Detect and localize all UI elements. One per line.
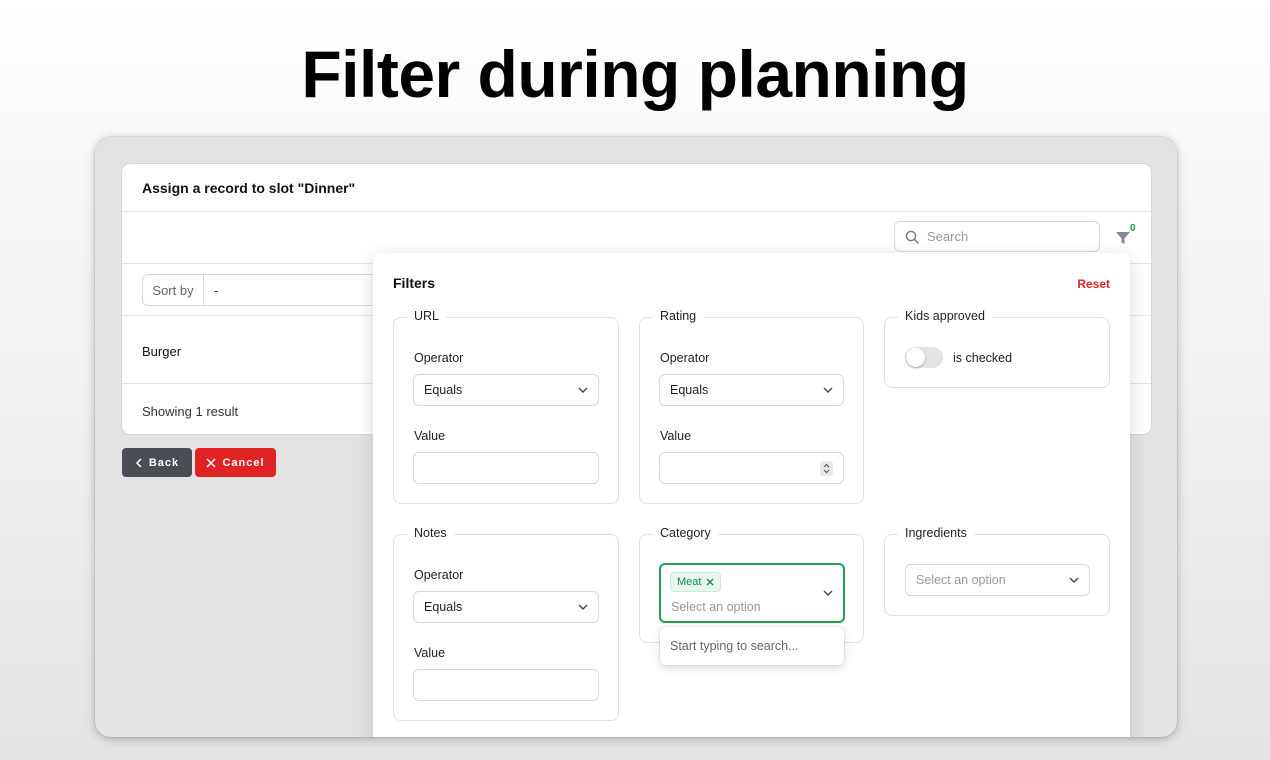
rating-operator-value: Equals <box>670 383 709 397</box>
sort-value: - <box>214 282 219 298</box>
notes-operator-select[interactable]: Equals <box>413 591 599 623</box>
number-stepper[interactable] <box>820 461 833 476</box>
category-dropdown-hint: Start typing to search... <box>660 627 844 665</box>
rating-legend: Rating <box>653 309 704 323</box>
category-placeholder: Select an option <box>671 600 761 614</box>
ingredients-legend: Ingredients <box>898 526 974 540</box>
notes-value-label: Value <box>414 646 446 660</box>
kids-approved-toggle[interactable] <box>905 347 943 368</box>
tag-label: Meat <box>677 576 702 588</box>
modal-title: Assign a record to slot "Dinner" <box>122 164 1151 212</box>
ingredients-placeholder: Select an option <box>916 573 1006 587</box>
rating-value-input[interactable] <box>659 452 844 484</box>
back-button[interactable]: Back <box>122 448 192 477</box>
search-input[interactable]: Search <box>894 221 1100 252</box>
cancel-button[interactable]: Cancel <box>195 448 276 477</box>
app-window: Assign a record to slot "Dinner" Search … <box>95 137 1177 737</box>
kids-approved-legend: Kids approved <box>898 309 992 323</box>
search-placeholder: Search <box>927 229 969 244</box>
notes-filter: Notes Operator Equals Value <box>393 526 619 721</box>
ingredients-select[interactable]: Select an option <box>905 564 1090 596</box>
reset-filters-link[interactable]: Reset <box>1077 277 1110 291</box>
sort-label: Sort by <box>143 275 204 305</box>
chevron-down-icon <box>1069 577 1079 583</box>
kids-approved-filter: Kids approved is checked <box>884 309 1110 388</box>
cancel-label: Cancel <box>222 456 265 469</box>
remove-tag-icon[interactable] <box>706 578 714 586</box>
chevron-down-icon <box>578 387 588 393</box>
rating-filter: Rating Operator Equals Value <box>639 309 864 504</box>
back-label: Back <box>148 456 180 469</box>
ingredients-filter: Ingredients Select an option <box>884 526 1110 616</box>
url-filter: URL Operator Equals Value <box>393 309 619 504</box>
search-icon <box>905 230 919 244</box>
category-tag[interactable]: Meat <box>670 572 722 592</box>
url-value-input[interactable] <box>413 452 599 484</box>
chevron-down-icon <box>823 387 833 393</box>
url-operator-select[interactable]: Equals <box>413 374 599 406</box>
rating-operator-label: Operator <box>660 351 710 365</box>
toggle-knob <box>906 348 925 367</box>
sort-select[interactable]: Sort by - <box>142 274 392 306</box>
url-value-label: Value <box>414 429 446 443</box>
record-name: Burger <box>142 344 182 359</box>
page-headline: Filter during planning <box>301 37 969 111</box>
notes-operator-label: Operator <box>414 568 464 582</box>
chevron-down-icon <box>578 604 588 610</box>
url-legend: URL <box>407 309 447 323</box>
funnel-icon <box>1116 232 1130 244</box>
notes-value-input[interactable] <box>413 669 599 701</box>
filters-title: Filters <box>393 275 436 291</box>
chevron-down-icon <box>823 590 833 596</box>
url-operator-label: Operator <box>414 351 464 365</box>
filter-count-badge: 0 <box>1130 223 1136 234</box>
toggle-label: is checked <box>953 351 1013 365</box>
url-operator-value: Equals <box>424 383 463 397</box>
notes-operator-value: Equals <box>424 600 463 614</box>
category-multiselect[interactable]: Meat Select an option <box>659 563 845 623</box>
chevron-left-icon <box>135 457 142 468</box>
filters-panel: Filters Reset URL Operator Equals Value … <box>373 253 1130 737</box>
close-icon <box>206 457 216 468</box>
notes-legend: Notes <box>407 526 454 540</box>
stepper-arrows-icon <box>823 463 830 474</box>
rating-operator-select[interactable]: Equals <box>659 374 844 406</box>
rating-value-label: Value <box>660 429 692 443</box>
category-legend: Category <box>653 526 718 540</box>
